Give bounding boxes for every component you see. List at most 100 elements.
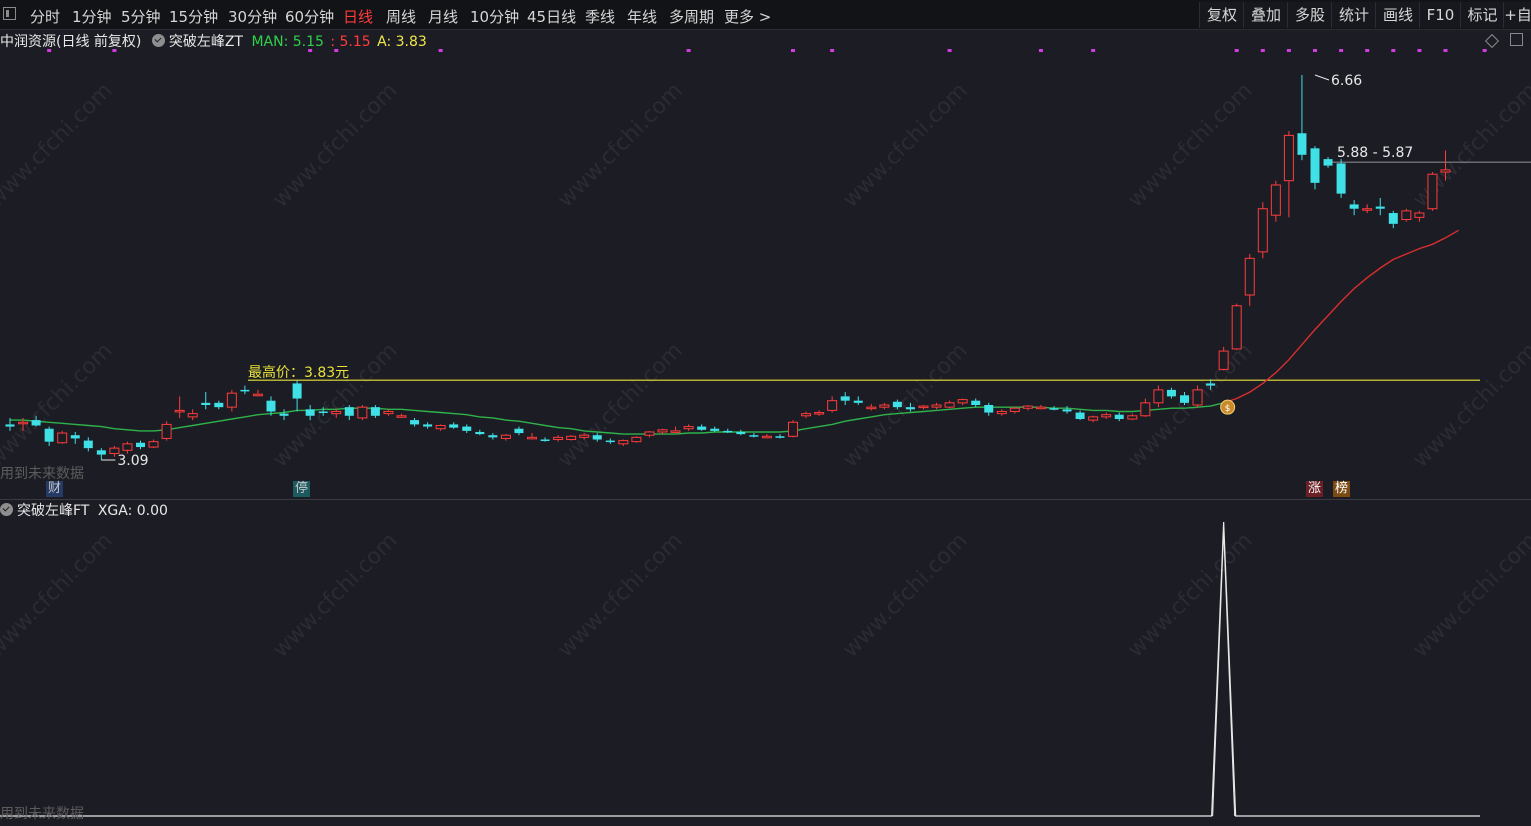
indicator-panel[interactable]: www.cfchi.com www.cfchi.com www.cfchi.com w…: [0, 499, 1531, 826]
signal-dot: [686, 49, 691, 52]
candle-body-up: [1140, 402, 1151, 417]
candle-body-up: [618, 440, 629, 445]
panel-layout-icon[interactable]: [1510, 33, 1523, 46]
candle-body-down: [462, 426, 472, 431]
watermark-text: www.cfchi.com: [0, 528, 118, 662]
tag-ting[interactable]: 停: [293, 481, 311, 497]
tag-zhang[interactable]: 涨: [1306, 481, 1324, 497]
candle-body-down: [892, 401, 902, 408]
collapse-icon[interactable]: [0, 503, 13, 516]
xga-line: [0, 521, 1480, 817]
candle-body-up: [187, 413, 198, 418]
candle-body-up: [944, 402, 955, 408]
period-tab-11[interactable]: 季线: [585, 6, 615, 27]
toolbar-action-1[interactable]: 叠加: [1243, 2, 1288, 28]
period-tab-9[interactable]: 10分钟: [470, 6, 519, 27]
candle-body-up: [879, 404, 890, 408]
signal-dot: [1391, 49, 1396, 52]
candle-body-up: [788, 421, 798, 437]
tag-cai[interactable]: 财: [46, 481, 64, 497]
candle-body-down: [31, 420, 41, 426]
candle-body-down: [697, 426, 707, 430]
candle-body-down: [292, 383, 302, 399]
ma-line-red: [1223, 229, 1459, 404]
watermark-text: www.cfchi.com: [1408, 338, 1531, 472]
signal-dot: [1313, 49, 1317, 52]
candle-body-up: [435, 424, 446, 430]
period-tab-0[interactable]: 分时: [30, 6, 60, 27]
candle-body-up: [57, 432, 68, 444]
candle-body-up: [1362, 208, 1373, 211]
candle-body-up: [252, 393, 263, 397]
candle-body-up: [657, 429, 668, 433]
candle-body-up: [1270, 184, 1281, 216]
future-data-note: 用到未来数据: [0, 466, 84, 482]
signal-dot: [1091, 49, 1096, 52]
period-tab-14[interactable]: 更多 >: [724, 6, 771, 27]
window-menu-icon[interactable]: [3, 7, 16, 20]
toolbar-action-3[interactable]: 统计: [1331, 2, 1376, 28]
candle-body-up: [918, 405, 929, 409]
period-tab-5[interactable]: 60分钟: [285, 6, 334, 27]
period-tab-13[interactable]: 多周期: [669, 6, 714, 27]
candle-body-down: [136, 442, 145, 448]
toolbar-action-6[interactable]: 标记: [1460, 2, 1504, 28]
tag-bang[interactable]: 榜: [1333, 481, 1351, 497]
signal-dot: [1443, 49, 1448, 52]
candle-body-down: [1336, 163, 1346, 194]
watermark-text: www.cfchi.com: [838, 528, 972, 662]
period-tab-7[interactable]: 周线: [386, 6, 416, 27]
period-tab-10[interactable]: 45日线: [527, 6, 576, 27]
candle-body-up: [579, 434, 590, 438]
candle-body-up: [18, 421, 29, 425]
man-value: MAN: 5.15: [251, 34, 324, 50]
candle-body-down: [1180, 395, 1189, 403]
toolbar-action-4[interactable]: 画线: [1375, 2, 1420, 28]
period-tab-12[interactable]: 年线: [627, 6, 657, 27]
xga-value: XGA: 0.00: [97, 503, 168, 519]
sub-indicator-name: 突破左峰FT: [17, 503, 90, 519]
candle-body-up: [500, 434, 511, 439]
candle-body-down: [240, 389, 250, 392]
candle-body-down: [1062, 409, 1072, 412]
candle-body-down: [1323, 159, 1333, 166]
watermark-text: www.cfchi.com: [0, 78, 118, 212]
toolbar-action-5[interactable]: F10: [1419, 2, 1461, 28]
period-toolbar: 分时 1分钟 5分钟 15分钟 30分钟 60分钟 日线 周线 月线 10分钟 45日线 季线 年线 多周…: [0, 0, 1531, 30]
period-tab-8[interactable]: 月线: [428, 6, 458, 27]
candle-body-up: [1401, 210, 1412, 221]
signal-dot: [791, 49, 795, 52]
period-tab-1[interactable]: 1分钟: [72, 6, 112, 27]
candle-body-up: [174, 409, 185, 413]
period-tab-3[interactable]: 15分钟: [169, 6, 218, 27]
candle-body-up: [996, 410, 1007, 415]
candle-body-down: [840, 396, 850, 401]
period-tab-6[interactable]: 日线: [343, 6, 373, 27]
kline-chart[interactable]: www.cfchi.com www.cfchi.com www.cfchi.com w…: [0, 30, 1531, 497]
candle-body-down: [1049, 408, 1059, 410]
candle-body-up: [1427, 173, 1438, 210]
collapse-icon[interactable]: [151, 34, 165, 47]
candle-body-down: [83, 440, 93, 449]
candle-body-down: [1114, 414, 1124, 420]
watermark-text: www.cfchi.com: [1408, 78, 1531, 212]
watermark-text: www.cfchi.com: [268, 338, 402, 472]
period-tab-4[interactable]: 30分钟: [228, 6, 277, 27]
sub-legend: 突破左峰FT XGA: 0.00: [0, 500, 168, 520]
xga-chart[interactable]: www.cfchi.com www.cfchi.com www.cfchi.com w…: [0, 500, 1531, 826]
peak-arrow: [1314, 74, 1330, 81]
period-tab-2[interactable]: 5分钟: [121, 6, 161, 27]
toolbar-action-7[interactable]: +自: [1503, 2, 1531, 28]
kline-panel[interactable]: www.cfchi.com www.cfchi.com www.cfchi.com w…: [0, 30, 1531, 497]
sub-future-data-note: 用到未来数据: [0, 806, 84, 822]
candle-body-up: [1414, 212, 1425, 218]
toolbar-action-2[interactable]: 多股: [1287, 2, 1332, 28]
candle-body-down: [266, 400, 276, 412]
candle-body-up: [761, 435, 772, 439]
candle-body-down: [853, 400, 863, 403]
candle-body-down: [605, 440, 615, 443]
watermark-text: www.cfchi.com: [553, 78, 687, 212]
toolbar-action-0[interactable]: 复权: [1199, 2, 1244, 28]
candle-body-up: [226, 392, 237, 408]
candle-body-up: [1440, 169, 1451, 173]
